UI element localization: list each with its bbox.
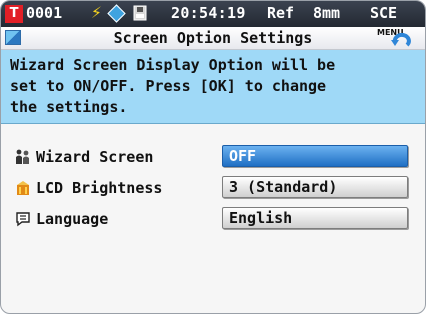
setting-row-wizard-screen[interactable]: Wizard Screen OFF	[1, 145, 425, 169]
connection-icon	[107, 4, 126, 23]
mode-indicator: SCE	[370, 4, 398, 22]
setting-label: Language	[36, 210, 109, 228]
help-banner: Wizard Screen Display Option will be set…	[1, 50, 425, 124]
brightness-icon	[17, 181, 29, 195]
storage-icon	[133, 5, 147, 21]
aperture-indicator: 8mm	[313, 4, 341, 22]
wizard-screen-value[interactable]: OFF	[222, 145, 408, 167]
help-text: Wizard Screen Display Option will be set…	[10, 56, 336, 116]
status-bar: T 0001 ⚡ 20:54:19 Ref 8mm SCE	[1, 1, 425, 27]
setting-row-language[interactable]: Language English	[1, 207, 425, 231]
device-screen: T 0001 ⚡ 20:54:19 Ref 8mm SCE Screen Opt…	[0, 0, 426, 314]
menu-back-button[interactable]: MENU	[377, 28, 421, 48]
setting-label: LCD Brightness	[36, 179, 163, 197]
wizard-icon	[16, 149, 29, 164]
lcd-brightness-value[interactable]: 3 (Standard)	[222, 176, 408, 198]
speech-bubble-icon	[16, 212, 30, 227]
page-title: Screen Option Settings	[113, 29, 313, 47]
title-bar: Screen Option Settings MENU	[1, 27, 425, 50]
power-icon: ⚡	[91, 2, 102, 23]
setting-row-lcd-brightness[interactable]: LCD Brightness 3 (Standard)	[1, 176, 425, 200]
back-arrow-icon	[391, 33, 411, 47]
sample-number: 0001	[26, 4, 63, 22]
language-value[interactable]: English	[222, 207, 408, 229]
setting-label: Wizard Screen	[36, 148, 154, 166]
target-mark-icon: T	[5, 5, 23, 23]
ref-indicator: Ref	[267, 4, 295, 22]
clock-time: 20:54:19	[171, 4, 246, 22]
